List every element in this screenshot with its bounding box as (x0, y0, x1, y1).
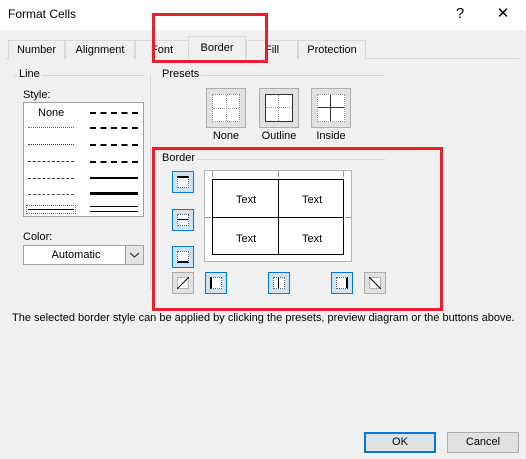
highlight-box-border-group (152, 147, 443, 311)
line-style-medium[interactable] (90, 177, 138, 179)
style-label: Style: (23, 89, 51, 101)
line-style-dashed[interactable] (28, 194, 74, 195)
line-style-none[interactable]: None (38, 107, 64, 119)
help-button[interactable]: ? (446, 4, 474, 24)
highlight-box-border-tab (152, 13, 268, 63)
line-style-list[interactable]: None (23, 102, 144, 217)
line-style-slant-dash-dot[interactable] (90, 127, 138, 129)
line-style-medium-dashed[interactable] (90, 161, 138, 163)
tab-alignment[interactable]: Alignment (65, 40, 135, 59)
preset-none-label: None (212, 130, 240, 142)
ok-button[interactable]: OK (364, 432, 436, 453)
line-style-thin-sample (28, 209, 74, 210)
line-style-double[interactable] (90, 206, 138, 212)
color-label: Color: (23, 231, 53, 243)
preset-inside-icon (317, 94, 345, 122)
line-style-medium-dash-dot-dot[interactable] (90, 112, 138, 114)
color-dropdown[interactable]: Automatic (23, 245, 144, 265)
line-style-dotted[interactable] (28, 144, 74, 145)
preset-outline-button[interactable] (259, 88, 299, 128)
cancel-button[interactable]: Cancel (447, 432, 519, 453)
tab-protection[interactable]: Protection (298, 40, 366, 59)
line-style-dash-dot[interactable] (28, 178, 74, 179)
chevron-down-icon[interactable] (125, 246, 143, 264)
description-text: The selected border style can be applied… (12, 312, 515, 324)
line-style-hair[interactable] (28, 127, 74, 128)
line-group-separator (150, 75, 151, 290)
presets-group-label: Presets (160, 68, 202, 80)
line-group-label: Line (17, 68, 42, 80)
window-title: Format Cells (8, 7, 77, 21)
tab-number[interactable]: Number (8, 40, 65, 59)
preset-inside-label: Inside (316, 130, 346, 142)
preset-none-icon (212, 94, 240, 122)
preset-outline-label: Outline (261, 130, 297, 142)
line-style-dash-dot-dot[interactable] (28, 161, 74, 162)
line-style-thick[interactable] (90, 192, 138, 195)
preset-inside-button[interactable] (311, 88, 351, 128)
color-dropdown-value: Automatic (51, 249, 101, 261)
close-button[interactable]: ✕ (489, 4, 517, 24)
line-style-medium-dash-dot[interactable] (90, 144, 138, 146)
preset-none-button[interactable] (206, 88, 246, 128)
preset-outline-icon (265, 94, 293, 122)
